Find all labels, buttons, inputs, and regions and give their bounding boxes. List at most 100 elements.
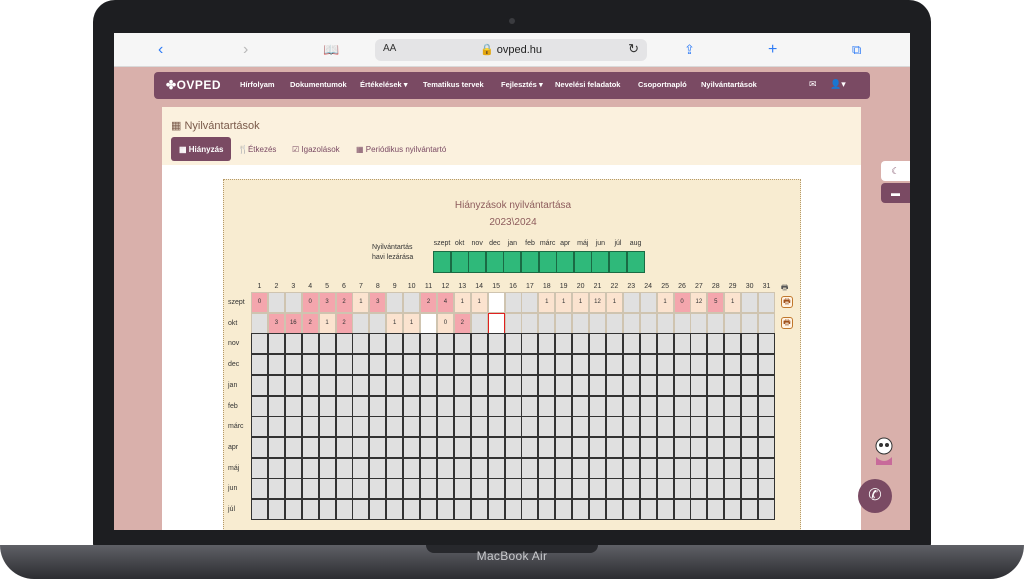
day-cell[interactable]	[251, 395, 268, 417]
day-cell[interactable]	[605, 395, 623, 417]
day-cell[interactable]: 2	[335, 312, 353, 334]
day-cell[interactable]	[403, 292, 421, 313]
book-icon[interactable]: 📖	[323, 41, 339, 59]
day-cell[interactable]: 3	[318, 292, 336, 313]
day-cell[interactable]	[369, 457, 387, 479]
day-cell[interactable]	[622, 478, 640, 500]
day-cell[interactable]	[724, 354, 742, 376]
day-cell[interactable]	[420, 312, 437, 334]
day-cell[interactable]	[251, 374, 268, 396]
day-cell[interactable]	[724, 478, 742, 500]
day-cell[interactable]	[656, 395, 674, 417]
day-cell[interactable]	[470, 312, 488, 334]
day-cell[interactable]	[436, 395, 454, 417]
day-cell[interactable]	[420, 457, 437, 479]
day-cell[interactable]	[538, 457, 556, 479]
day-cell[interactable]	[572, 457, 590, 479]
day-cell[interactable]	[369, 333, 387, 355]
day-cell[interactable]	[741, 478, 759, 500]
day-cell[interactable]: 0	[673, 292, 691, 313]
day-cell[interactable]	[690, 457, 708, 479]
day-cell[interactable]: 1	[572, 292, 590, 313]
day-cell[interactable]: 1	[453, 292, 471, 313]
day-cell[interactable]	[453, 499, 471, 520]
day-cell[interactable]	[622, 292, 640, 313]
day-cell[interactable]	[352, 312, 370, 334]
day-cell[interactable]	[741, 395, 759, 417]
day-cell[interactable]	[453, 374, 471, 396]
lock-toggle-jan[interactable]	[503, 251, 522, 273]
day-cell[interactable]	[301, 333, 319, 355]
day-cell[interactable]	[318, 333, 336, 355]
day-cell[interactable]	[707, 416, 725, 438]
day-cell[interactable]	[639, 416, 657, 438]
day-cell[interactable]	[589, 374, 606, 396]
day-cell[interactable]	[369, 499, 387, 520]
day-cell[interactable]	[436, 354, 454, 376]
day-cell[interactable]: 2	[301, 312, 319, 334]
day-cell[interactable]	[690, 395, 708, 417]
messenger-icon[interactable]: ✆	[858, 479, 892, 513]
day-cell[interactable]	[487, 374, 505, 396]
day-cell[interactable]	[251, 416, 268, 438]
day-cell[interactable]	[335, 395, 353, 417]
day-cell[interactable]	[741, 416, 759, 438]
day-cell[interactable]	[318, 457, 336, 479]
day-cell[interactable]	[521, 478, 539, 500]
day-cell[interactable]	[386, 478, 404, 500]
day-cell[interactable]	[487, 478, 505, 500]
day-cell[interactable]	[758, 436, 775, 458]
day-cell[interactable]: 1	[538, 292, 556, 313]
day-cell[interactable]	[589, 312, 606, 334]
day-cell[interactable]	[741, 374, 759, 396]
day-cell[interactable]	[656, 478, 674, 500]
day-cell[interactable]: 12	[690, 292, 708, 313]
day-cell[interactable]	[369, 436, 387, 458]
day-cell[interactable]	[352, 354, 370, 376]
day-cell[interactable]	[470, 436, 488, 458]
nav-csoportnaplo[interactable]: Csoportnapló	[638, 80, 687, 89]
day-cell[interactable]	[605, 374, 623, 396]
day-cell[interactable]	[284, 374, 302, 396]
day-cell[interactable]	[656, 312, 674, 334]
day-cell[interactable]	[758, 292, 775, 313]
tab-periodikus[interactable]: ▦ Periódikus nyilvántartó	[348, 137, 454, 161]
day-cell[interactable]	[251, 499, 268, 520]
day-cell[interactable]	[555, 354, 573, 376]
day-cell[interactable]	[386, 395, 404, 417]
day-cell[interactable]	[639, 457, 657, 479]
day-cell[interactable]	[470, 354, 488, 376]
day-cell[interactable]	[504, 395, 522, 417]
print-month-icon[interactable]: 🖶	[780, 316, 793, 329]
day-cell[interactable]	[487, 292, 505, 313]
day-cell[interactable]	[622, 416, 640, 438]
day-cell[interactable]	[267, 416, 285, 438]
day-cell[interactable]	[284, 457, 302, 479]
day-cell[interactable]	[403, 333, 421, 355]
day-cell[interactable]	[386, 292, 404, 313]
day-cell[interactable]	[521, 499, 539, 520]
day-cell[interactable]	[673, 416, 691, 438]
day-cell[interactable]	[335, 457, 353, 479]
day-cell[interactable]	[301, 374, 319, 396]
day-cell[interactable]	[420, 478, 437, 500]
day-cell[interactable]	[487, 436, 505, 458]
day-cell[interactable]	[369, 354, 387, 376]
day-cell[interactable]	[605, 416, 623, 438]
day-cell[interactable]	[436, 436, 454, 458]
day-cell[interactable]	[386, 374, 404, 396]
day-cell[interactable]	[572, 416, 590, 438]
day-cell[interactable]	[318, 374, 336, 396]
day-cell[interactable]: 2	[453, 312, 471, 334]
day-cell[interactable]	[420, 416, 437, 438]
day-cell[interactable]	[555, 395, 573, 417]
lock-toggle-dec[interactable]	[485, 251, 504, 273]
day-cell[interactable]: 0	[436, 312, 454, 334]
lock-toggle-márc[interactable]	[538, 251, 557, 273]
day-cell[interactable]	[555, 416, 573, 438]
day-cell[interactable]	[267, 436, 285, 458]
day-cell[interactable]	[605, 457, 623, 479]
day-cell[interactable]	[369, 312, 387, 334]
day-cell[interactable]	[538, 478, 556, 500]
day-cell[interactable]	[589, 499, 606, 520]
